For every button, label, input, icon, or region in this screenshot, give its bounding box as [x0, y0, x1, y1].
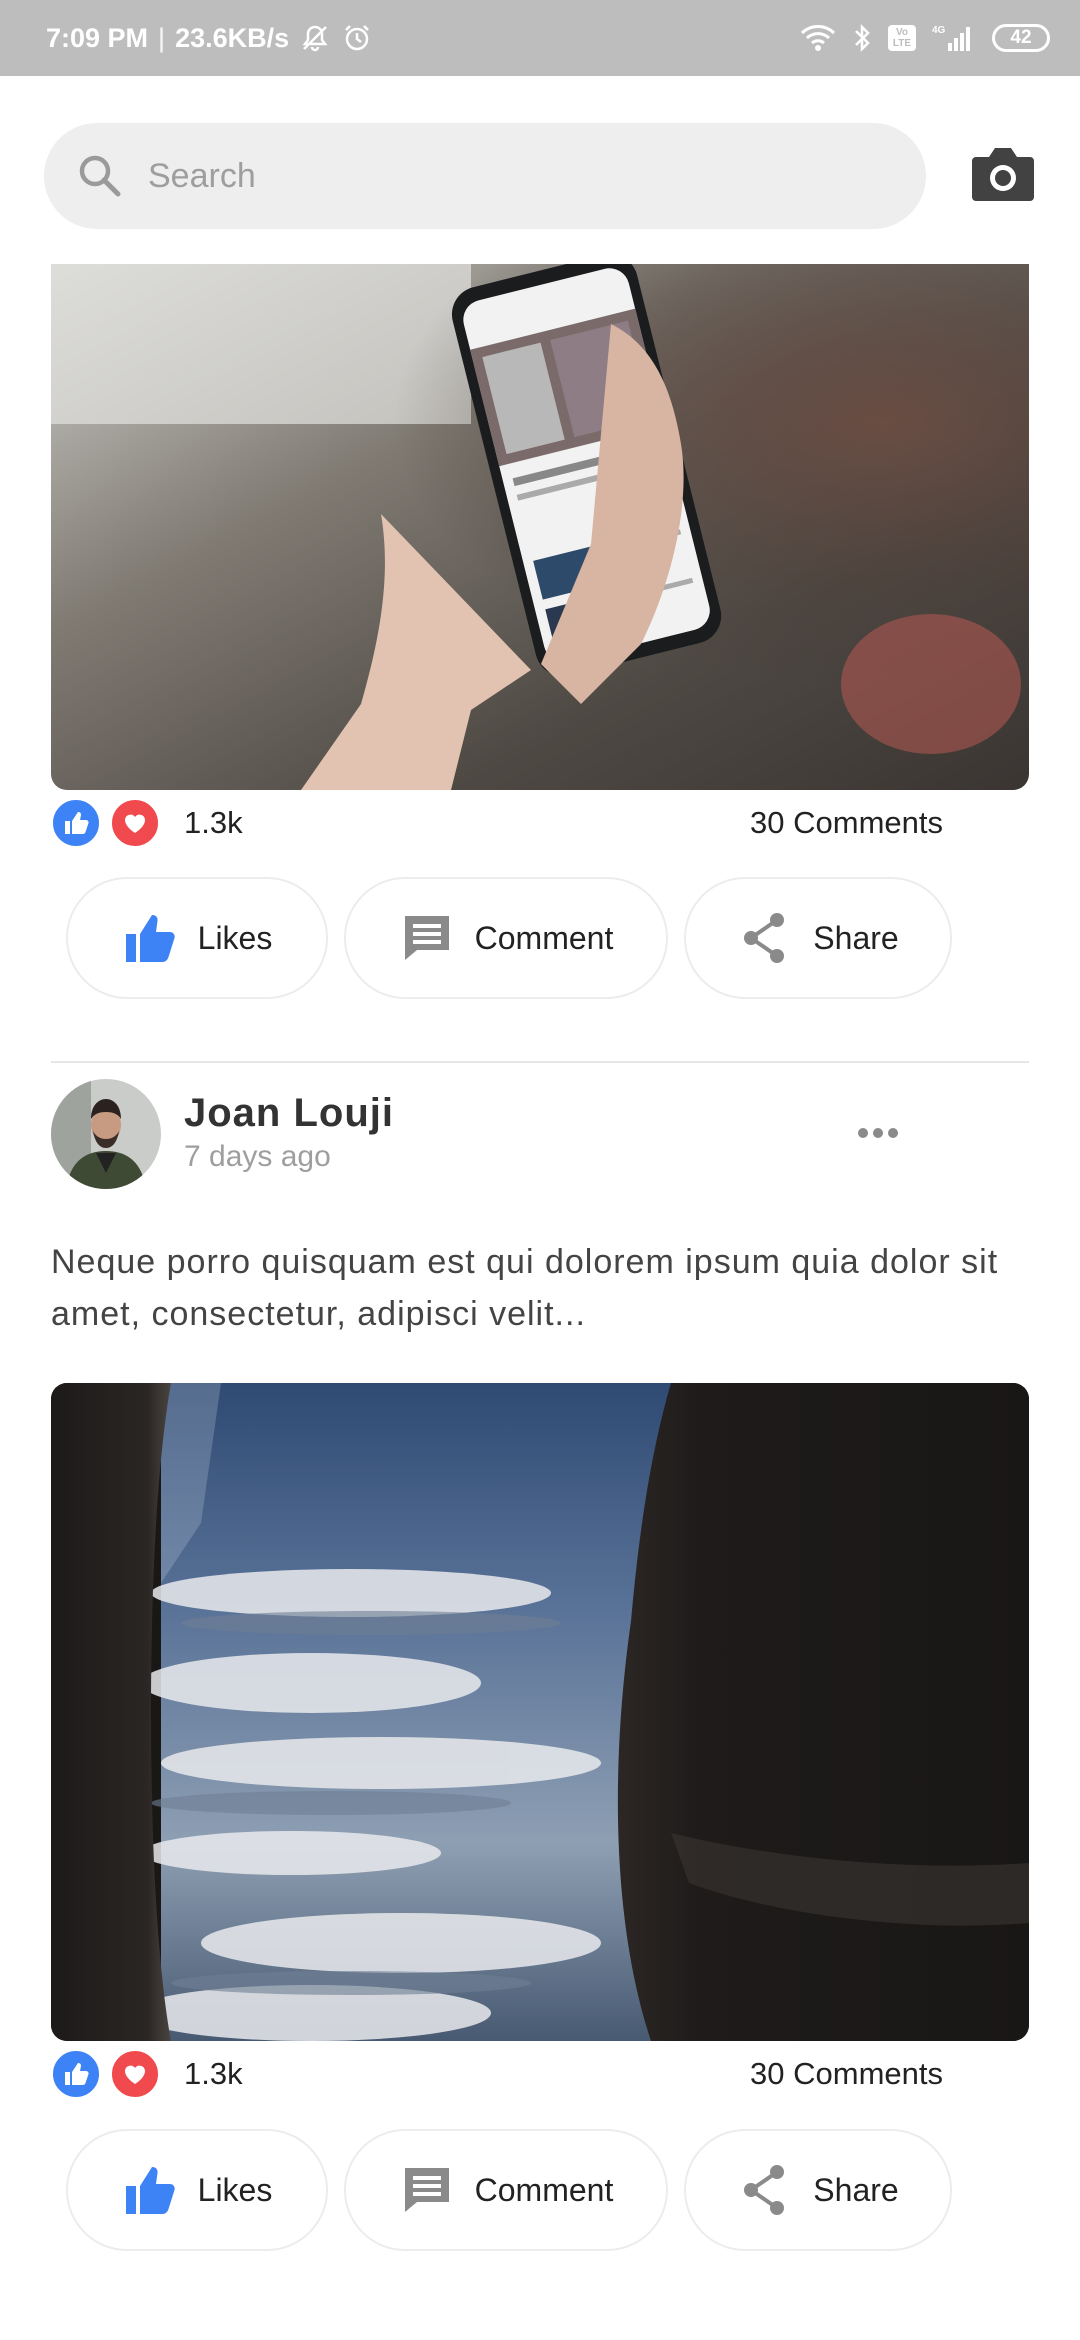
- comments-count[interactable]: 30 Comments: [750, 2049, 943, 2099]
- search-bar[interactable]: [44, 123, 926, 229]
- thumbs-up-icon: [125, 915, 175, 962]
- svg-text:4G: 4G: [932, 25, 946, 36]
- reaction-count: 1.3k: [184, 2056, 243, 2091]
- volte-icon: Vo LTE: [888, 25, 916, 51]
- heart-reaction-icon: [110, 2049, 160, 2099]
- post-image[interactable]: [51, 264, 1029, 790]
- status-right: Vo LTE 4G 42: [800, 0, 1050, 76]
- post-time: 7 days ago: [184, 1140, 331, 1173]
- mute-bell-icon: [302, 25, 328, 52]
- status-bar: 7:09 PM | 23.6KB/s Vo LTE 4G 42: [0, 0, 1080, 76]
- thumbs-up-icon: [125, 2167, 175, 2214]
- comment-icon: [404, 2168, 449, 2212]
- like-button-label: Likes: [197, 919, 273, 956]
- phone-video-photo: [51, 264, 1029, 790]
- alarm-icon: [345, 25, 370, 51]
- comment-button-label: Comment: [474, 919, 614, 956]
- camera-icon[interactable]: [970, 145, 1036, 203]
- airplane-window-clouds-photo: [51, 1383, 1029, 2041]
- more-options-icon[interactable]: [858, 1126, 906, 1142]
- post-author[interactable]: Joan Louji: [184, 1091, 394, 1136]
- post-actions: Likes Comment Share: [0, 2129, 1080, 2251]
- share-button-label: Share: [813, 919, 899, 956]
- author-avatar-photo: [51, 1079, 161, 1189]
- comment-icon: [404, 916, 449, 960]
- share-button[interactable]: Share: [684, 877, 952, 999]
- like-button[interactable]: Likes: [66, 877, 328, 999]
- reaction-summary[interactable]: 1.3k 30 Comments: [51, 2049, 1029, 2101]
- comment-button[interactable]: Comment: [344, 877, 668, 999]
- status-separator: |: [158, 22, 166, 53]
- reaction-summary[interactable]: 1.3k 30 Comments: [51, 798, 1029, 850]
- share-button-label: Share: [813, 2171, 899, 2208]
- post-divider: [51, 1061, 1029, 1063]
- comment-button-label: Comment: [474, 2171, 614, 2208]
- like-button-label: Likes: [197, 2171, 273, 2208]
- post-image[interactable]: [51, 1383, 1029, 2041]
- battery-indicator: 42: [992, 24, 1050, 52]
- comments-count[interactable]: 30 Comments: [750, 798, 943, 848]
- status-left: 7:09 PM | 23.6KB/s: [46, 0, 373, 76]
- comment-button[interactable]: Comment: [344, 2129, 668, 2251]
- reaction-count: 1.3k: [184, 805, 243, 840]
- wifi-icon: [800, 25, 836, 51]
- share-button[interactable]: Share: [684, 2129, 952, 2251]
- status-network-speed: 23.6KB/s: [175, 22, 290, 53]
- search-icon: [79, 155, 121, 197]
- heart-reaction-icon: [110, 798, 160, 848]
- like-reaction-icon: [51, 2049, 101, 2099]
- bluetooth-icon: [855, 23, 870, 53]
- signal-icon: 4G: [932, 25, 970, 51]
- avatar[interactable]: [51, 1079, 161, 1189]
- share-icon: [744, 913, 785, 963]
- post-text: Neque porro quisquam est qui dolorem ips…: [51, 1243, 999, 1333]
- like-button[interactable]: Likes: [66, 2129, 328, 2251]
- post-actions: Likes Comment Share: [0, 877, 1080, 999]
- like-reaction-icon: [51, 798, 101, 848]
- share-icon: [744, 2165, 785, 2215]
- status-time: 7:09 PM: [46, 22, 149, 53]
- search-input[interactable]: [148, 123, 888, 229]
